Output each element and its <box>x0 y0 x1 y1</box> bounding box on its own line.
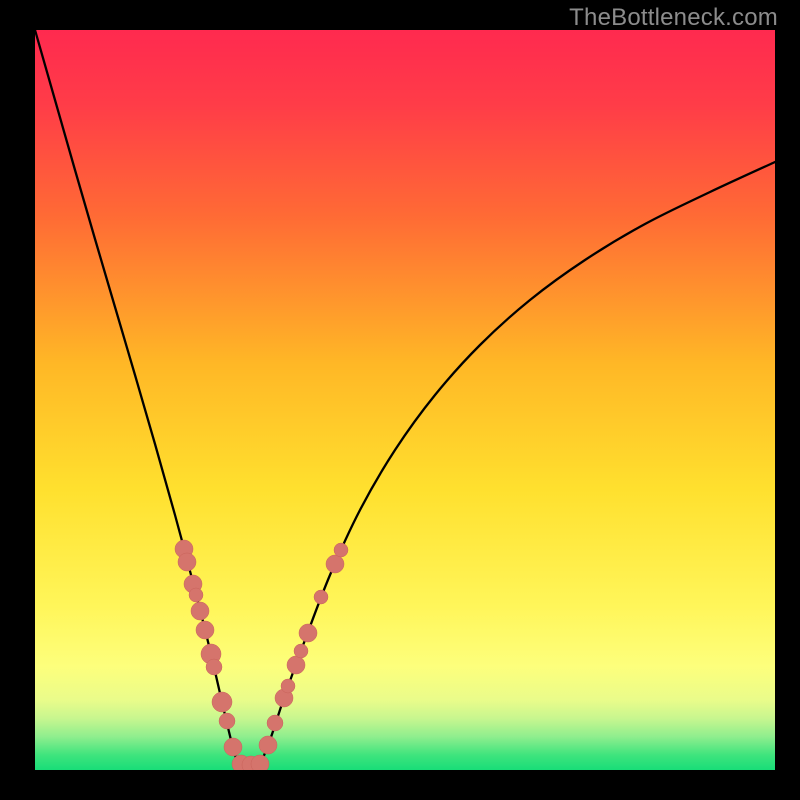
data-marker <box>189 588 203 602</box>
plot-area <box>35 30 775 770</box>
data-marker <box>251 755 269 770</box>
data-marker <box>287 656 305 674</box>
data-marker <box>206 659 222 675</box>
curve-layer <box>35 30 775 770</box>
curve-right-branch <box>258 162 775 770</box>
data-marker <box>224 738 242 756</box>
data-marker <box>294 644 308 658</box>
data-markers <box>175 540 348 770</box>
data-marker <box>314 590 328 604</box>
data-marker <box>259 736 277 754</box>
data-marker <box>196 621 214 639</box>
chart-frame: TheBottleneck.com <box>0 0 800 800</box>
data-marker <box>299 624 317 642</box>
data-marker <box>334 543 348 557</box>
data-marker <box>191 602 209 620</box>
data-marker <box>267 715 283 731</box>
data-marker <box>178 553 196 571</box>
data-marker <box>281 679 295 693</box>
data-marker <box>212 692 232 712</box>
watermark-text: TheBottleneck.com <box>569 4 778 32</box>
data-marker <box>219 713 235 729</box>
data-marker <box>326 555 344 573</box>
